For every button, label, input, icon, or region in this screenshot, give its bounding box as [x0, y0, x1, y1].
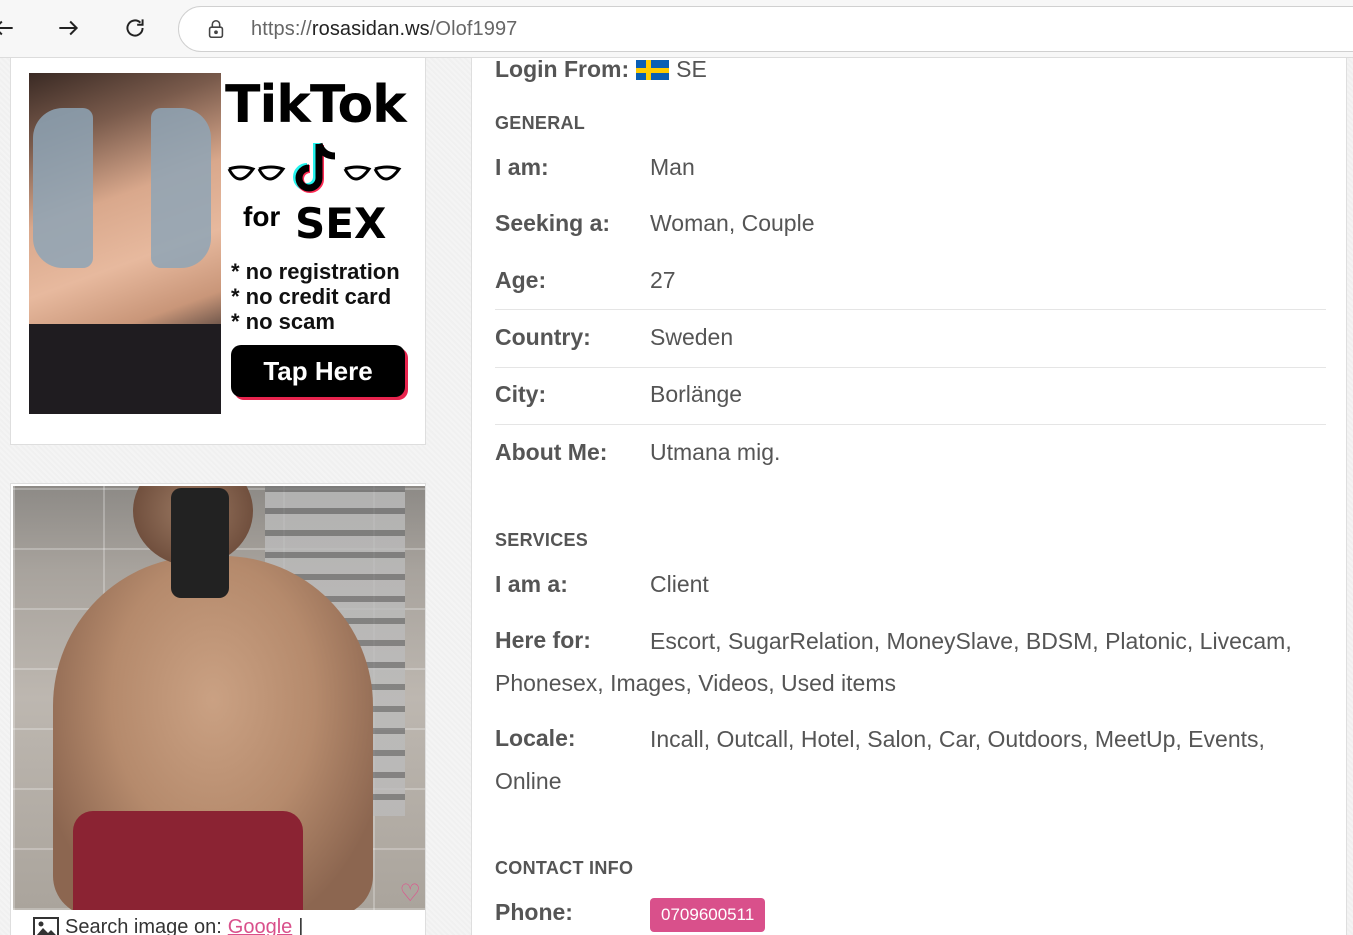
- profile-info-panel: Login From: SE GENERAL I am: Man Seeking…: [471, 56, 1347, 935]
- ad-text-area: TikTok for SEX * no registration * no cr…: [221, 73, 407, 414]
- ad-sex-text: SEX: [295, 199, 387, 248]
- search-image-label: Search image on:: [65, 916, 222, 935]
- tap-here-button[interactable]: Tap Here: [231, 345, 405, 397]
- i-am-a-label: I am a:: [495, 571, 568, 597]
- search-separator: |: [298, 916, 304, 935]
- sweden-flag-icon: [636, 59, 670, 80]
- login-from-country: SE: [676, 56, 707, 82]
- ad-bullet: * no registration: [231, 259, 400, 284]
- i-am-a-value: Client: [650, 571, 709, 597]
- url-scheme: https://: [251, 17, 312, 40]
- image-icon: [33, 916, 59, 935]
- heart-watermark-icon: ♡: [399, 880, 421, 907]
- ad-image: [29, 73, 221, 414]
- i-am-label: I am:: [495, 154, 549, 180]
- divider: [495, 309, 1326, 310]
- ad-title: TikTok: [225, 75, 407, 135]
- tiktok-logo-icon: [225, 139, 403, 195]
- i-am-value: Man: [650, 154, 695, 180]
- url-text[interactable]: https://rosasidan.ws/Olof1997: [251, 18, 517, 41]
- ad-bullets: * no registration * no credit card * no …: [231, 259, 400, 334]
- divider: [495, 424, 1326, 425]
- url-host: rosasidan.ws: [311, 17, 430, 40]
- browser-toolbar: https://rosasidan.ws/Olof1997: [0, 0, 1353, 58]
- ad-card: TikTok for SEX * no registration * no cr…: [10, 58, 426, 445]
- country-label: Country:: [495, 324, 591, 350]
- search-image-line: Search image on: Google |: [33, 916, 303, 935]
- login-from-label: Login From:: [495, 56, 630, 82]
- reload-icon[interactable]: [117, 10, 153, 46]
- services-section-title: SERVICES: [495, 530, 589, 550]
- about-me-label: About Me:: [495, 439, 608, 465]
- general-section-title: GENERAL: [495, 113, 586, 133]
- ad-for-text: for: [243, 201, 281, 232]
- back-arrow-icon[interactable]: [0, 10, 22, 46]
- ad-bullet: * no scam: [231, 309, 335, 334]
- url-path: /Olof1997: [429, 17, 518, 40]
- ad-bullet: * no credit card: [231, 284, 392, 309]
- locale-value: Incall, Outcall, Hotel, Salon, Car, Outd…: [495, 726, 1265, 794]
- login-from: Login From: SE: [495, 56, 707, 83]
- profile-photo-card: ♡ Search image on: Google |: [10, 483, 426, 935]
- lock-icon[interactable]: [205, 18, 227, 40]
- google-search-link[interactable]: Google: [228, 916, 293, 935]
- phone-number-button[interactable]: 0709600511: [650, 898, 766, 932]
- about-me-value: Utmana mig.: [650, 439, 781, 465]
- divider: [495, 367, 1326, 368]
- country-value: Sweden: [650, 324, 734, 350]
- profile-photo[interactable]: ♡: [13, 486, 425, 910]
- phone-graphic: [171, 488, 229, 598]
- phone-label: Phone:: [495, 899, 573, 925]
- age-label: Age:: [495, 267, 547, 293]
- city-label: City:: [495, 381, 547, 407]
- seeking-value: Woman, Couple: [650, 210, 815, 236]
- address-bar[interactable]: https://rosasidan.ws/Olof1997: [178, 6, 1353, 52]
- here-for-value: Escort, SugarRelation, MoneySlave, BDSM,…: [495, 628, 1292, 696]
- seeking-label: Seeking a:: [495, 210, 611, 236]
- contact-section-title: CONTACT INFO: [495, 858, 634, 878]
- age-value: 27: [650, 267, 676, 293]
- ad-banner[interactable]: TikTok for SEX * no registration * no cr…: [29, 73, 407, 414]
- city-value: Borlänge: [650, 381, 743, 407]
- forward-arrow-icon[interactable]: [50, 10, 86, 46]
